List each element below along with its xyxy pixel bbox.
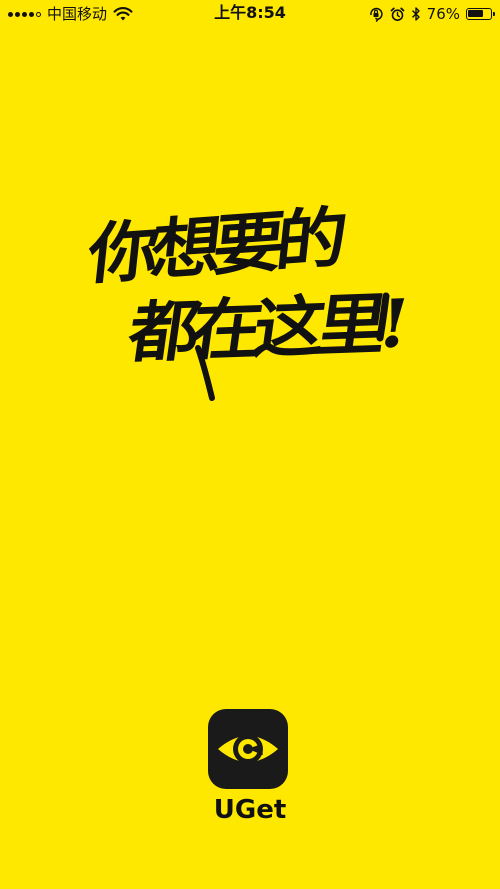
slogan-line-2: 都在这里! — [123, 283, 408, 373]
alarm-icon — [390, 7, 405, 22]
status-bar-right: 76% — [368, 5, 495, 23]
battery-icon — [466, 8, 495, 20]
app-name: UGet — [213, 795, 287, 825]
app-logo-icon — [208, 709, 288, 789]
slogan: 你想要的 都在这里! — [80, 198, 420, 410]
bluetooth-icon — [411, 6, 421, 22]
status-bar: 中国移动 上午8:54 76% — [0, 0, 500, 28]
orientation-lock-icon — [368, 6, 384, 22]
battery-percentage: 76% — [426, 5, 460, 23]
battery-level-fill — [468, 10, 484, 17]
slogan-line-1: 你想要的 — [84, 198, 344, 295]
